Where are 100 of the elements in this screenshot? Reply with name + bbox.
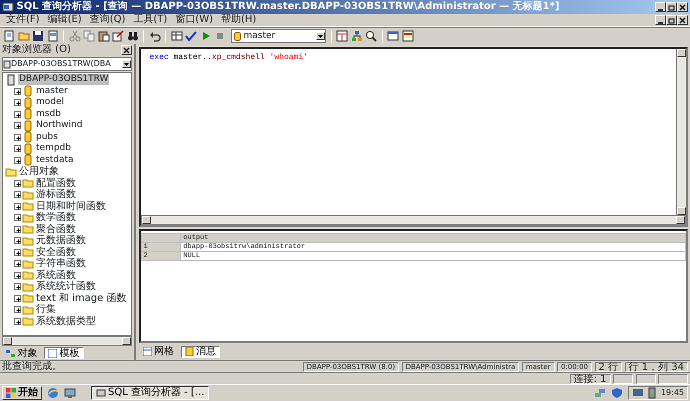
tab[interactable]: 对象 bbox=[2, 347, 42, 359]
minimize-button[interactable] bbox=[655, 2, 666, 12]
close-button[interactable] bbox=[121, 45, 132, 55]
grid-icon[interactable] bbox=[170, 30, 182, 42]
horizontal-scrollbar[interactable] bbox=[140, 214, 686, 224]
database-icon bbox=[234, 32, 241, 40]
check-icon[interactable] bbox=[185, 30, 197, 42]
menu-item[interactable]: 工具(T) bbox=[129, 14, 172, 26]
hierarchy-icon[interactable] bbox=[350, 30, 362, 42]
folder-icon bbox=[22, 292, 34, 304]
expander-icon[interactable] bbox=[14, 248, 21, 256]
folder-icon bbox=[22, 280, 34, 293]
document-icon[interactable] bbox=[46, 30, 58, 42]
shield-icon[interactable] bbox=[610, 386, 623, 398]
close-button[interactable] bbox=[677, 15, 688, 25]
expander-icon[interactable] bbox=[14, 180, 21, 187]
database-icon bbox=[22, 142, 34, 155]
expander-icon[interactable] bbox=[14, 294, 21, 302]
binoculars-icon[interactable] bbox=[126, 30, 138, 42]
server-dropdown[interactable]: DBAPP-03OBS1TRW(DBA bbox=[2, 57, 132, 71]
tree-item[interactable]: 聚合函数 bbox=[35, 224, 77, 235]
tree-item[interactable]: 系统统计函数 bbox=[35, 281, 97, 292]
expander-icon[interactable] bbox=[14, 306, 21, 314]
tree-item[interactable]: msdb bbox=[35, 108, 62, 120]
clock: 19:45 bbox=[660, 388, 684, 398]
new-query-icon[interactable] bbox=[3, 30, 15, 42]
server-icon[interactable] bbox=[646, 386, 658, 398]
browser-icon[interactable] bbox=[47, 386, 59, 398]
expander-icon[interactable] bbox=[14, 99, 21, 106]
menu-item[interactable]: 文件(F) bbox=[2, 14, 44, 26]
expander-icon[interactable] bbox=[14, 122, 21, 130]
folder-icon bbox=[22, 258, 34, 270]
panel-icon[interactable] bbox=[402, 30, 414, 42]
message-icon bbox=[184, 347, 194, 356]
restore-button[interactable] bbox=[666, 15, 677, 25]
monitor-icon[interactable] bbox=[632, 386, 644, 398]
folder-icon bbox=[22, 304, 34, 316]
expander-icon[interactable] bbox=[14, 134, 21, 141]
tree-item[interactable]: 数学函数 bbox=[35, 212, 77, 224]
edit-icon[interactable] bbox=[112, 30, 124, 42]
menu-item[interactable]: 窗口(W) bbox=[171, 14, 217, 26]
minimize-button[interactable] bbox=[655, 15, 666, 25]
expander-icon[interactable] bbox=[14, 110, 21, 118]
table-icon[interactable] bbox=[336, 30, 348, 42]
expander-icon[interactable] bbox=[14, 272, 21, 279]
horizontal-scrollbar[interactable] bbox=[2, 336, 132, 346]
save-icon[interactable] bbox=[32, 30, 44, 42]
tree-item[interactable]: 公用对象 bbox=[18, 166, 60, 178]
magnifier-icon[interactable] bbox=[365, 30, 377, 42]
status-message: 批查询完成。 bbox=[2, 360, 62, 372]
vertical-scrollbar[interactable] bbox=[676, 48, 686, 214]
tree-item[interactable]: 元数据函数 bbox=[35, 235, 87, 246]
expander-icon[interactable] bbox=[14, 202, 21, 210]
tree-item[interactable]: 系统数据类型 bbox=[35, 316, 97, 327]
tree-item[interactable]: Northwind bbox=[35, 120, 84, 132]
restore-button[interactable] bbox=[666, 2, 677, 12]
expander-icon[interactable] bbox=[14, 318, 21, 325]
caret-icon bbox=[318, 34, 323, 38]
server-icon bbox=[3, 60, 11, 68]
expander-icon[interactable] bbox=[14, 88, 21, 95]
menu-item[interactable]: 帮助(H) bbox=[217, 14, 260, 26]
folder-icon bbox=[22, 269, 34, 282]
tree-item[interactable]: 配置函数 bbox=[35, 178, 77, 189]
database-dropdown[interactable]: master bbox=[231, 29, 326, 43]
tree-item[interactable]: master bbox=[35, 86, 69, 97]
folder-icon bbox=[22, 315, 34, 328]
tree-item[interactable]: DBAPP-03OBS1TRW bbox=[18, 74, 110, 86]
tree-item[interactable]: testdata bbox=[35, 154, 75, 166]
expander-icon[interactable] bbox=[14, 156, 21, 164]
expander-icon[interactable] bbox=[14, 237, 21, 244]
expander-icon[interactable] bbox=[14, 226, 21, 233]
tab[interactable]: 模板 bbox=[44, 347, 84, 359]
window-icon[interactable] bbox=[387, 30, 399, 42]
menu-item[interactable]: 编辑(E) bbox=[44, 14, 86, 26]
tree-item[interactable]: pubs bbox=[35, 132, 59, 143]
tree-item[interactable]: tempdb bbox=[35, 143, 72, 154]
expander-icon[interactable] bbox=[14, 214, 21, 222]
tree-item[interactable]: 行集 bbox=[35, 304, 57, 316]
tree-item[interactable]: text 和 image 函数 bbox=[35, 292, 128, 304]
folder-icon bbox=[22, 188, 34, 201]
tab[interactable]: 消息 bbox=[180, 346, 220, 358]
tree-item[interactable]: model bbox=[35, 97, 66, 108]
tree-item[interactable]: 安全函数 bbox=[35, 246, 77, 258]
expander-icon[interactable] bbox=[14, 145, 21, 152]
undo-icon[interactable] bbox=[148, 30, 160, 42]
tree-item[interactable]: 字符串函数 bbox=[35, 258, 87, 270]
expander-icon[interactable] bbox=[14, 283, 21, 290]
taskbar-button[interactable]: SQL 查询分析器 - [... bbox=[91, 386, 210, 400]
close-button[interactable] bbox=[677, 2, 688, 12]
tree-item[interactable]: 日期和时间函数 bbox=[35, 200, 107, 212]
folder-icon bbox=[5, 166, 17, 178]
tree-item[interactable]: 游标函数 bbox=[35, 189, 77, 200]
paste-icon[interactable] bbox=[98, 30, 110, 42]
menu-item[interactable]: 查询(Q) bbox=[86, 14, 130, 26]
tree-item[interactable]: 系统函数 bbox=[35, 270, 77, 281]
tab[interactable]: 网格 bbox=[138, 346, 178, 358]
desktop-icon[interactable] bbox=[64, 386, 76, 398]
expander-icon[interactable] bbox=[14, 191, 21, 198]
start-button[interactable]: 开始 bbox=[2, 386, 42, 400]
expander-icon[interactable] bbox=[14, 260, 21, 268]
